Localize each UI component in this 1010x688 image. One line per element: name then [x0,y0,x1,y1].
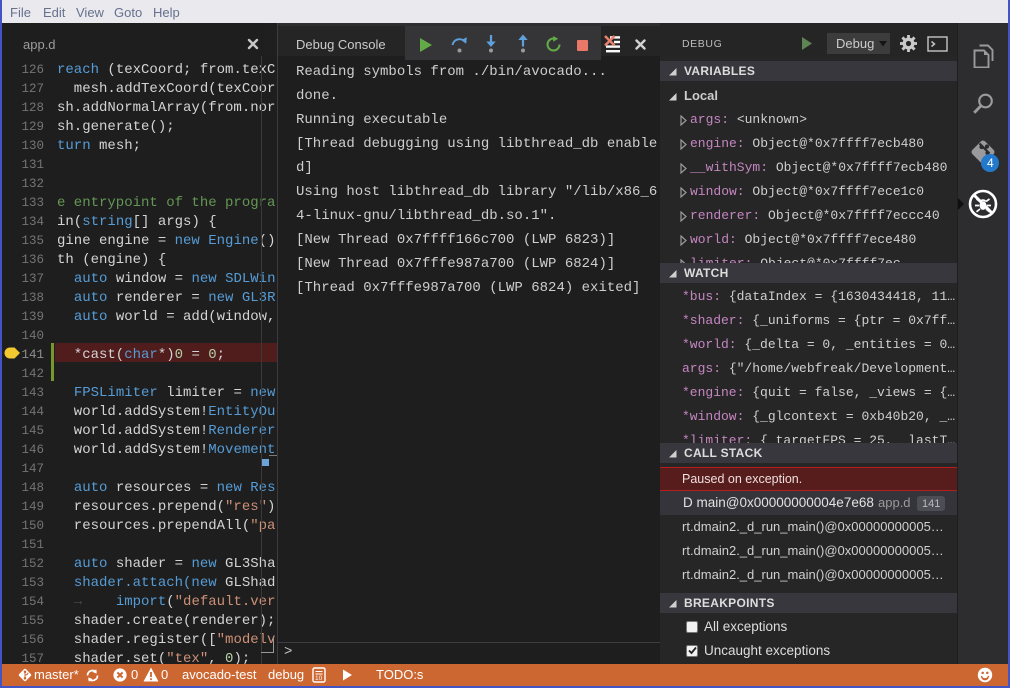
svg-text:10: 10 [315,675,323,682]
